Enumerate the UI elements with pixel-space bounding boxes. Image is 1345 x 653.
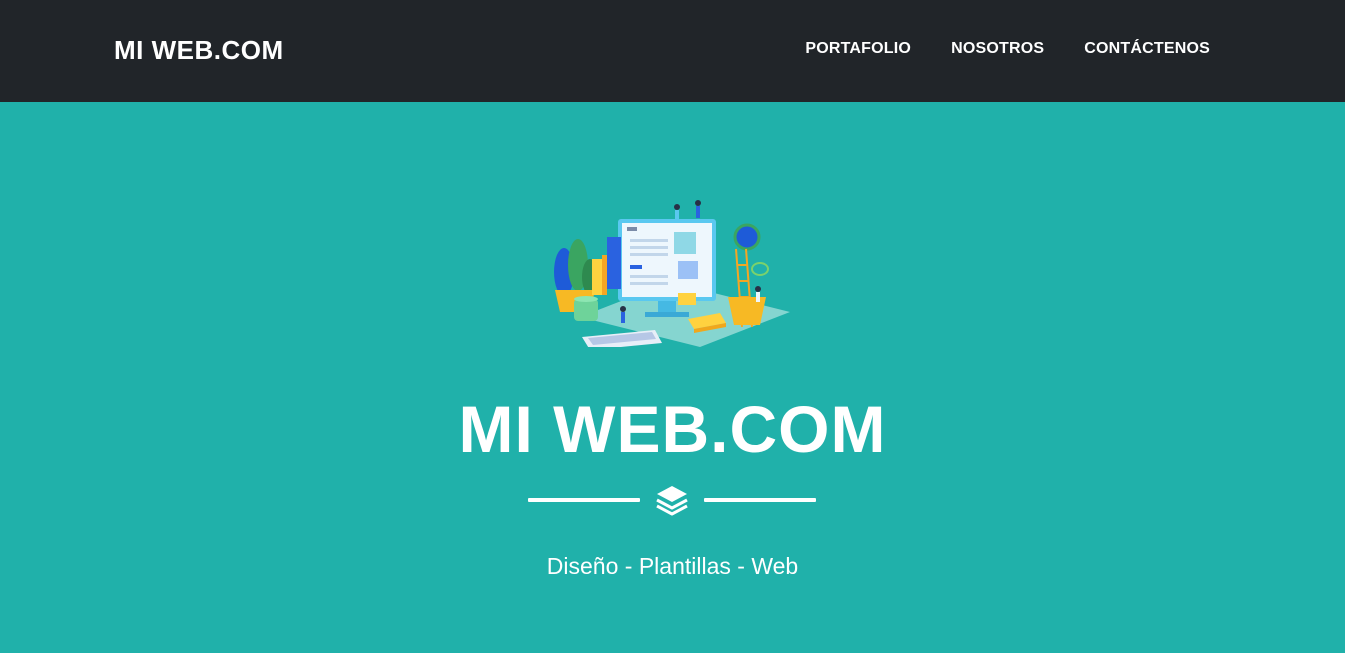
divider-line-right <box>704 498 816 502</box>
navbar: MI WEB.COM PORTAFOLIO NOSOTROS CONTÁCTEN… <box>0 0 1345 102</box>
divider-line-left <box>528 498 640 502</box>
hero-title: MI WEB.COM <box>458 392 887 466</box>
nav-links: PORTAFOLIO NOSOTROS CONTÁCTENOS <box>805 38 1210 60</box>
nav-link-nosotros[interactable]: NOSOTROS <box>951 38 1044 60</box>
masthead: MI WEB.COM Diseño - Plantillas - Web <box>0 102 1345 653</box>
hero-illustration <box>554 200 790 347</box>
nav-link-contactenos[interactable]: CONTÁCTENOS <box>1084 38 1210 60</box>
nav-link-portafolio[interactable]: PORTAFOLIO <box>805 38 911 60</box>
hero-subtitle: Diseño - Plantillas - Web <box>546 553 799 579</box>
divider <box>528 483 816 517</box>
layers-icon <box>656 486 688 516</box>
brand-link[interactable]: MI WEB.COM <box>114 34 284 66</box>
